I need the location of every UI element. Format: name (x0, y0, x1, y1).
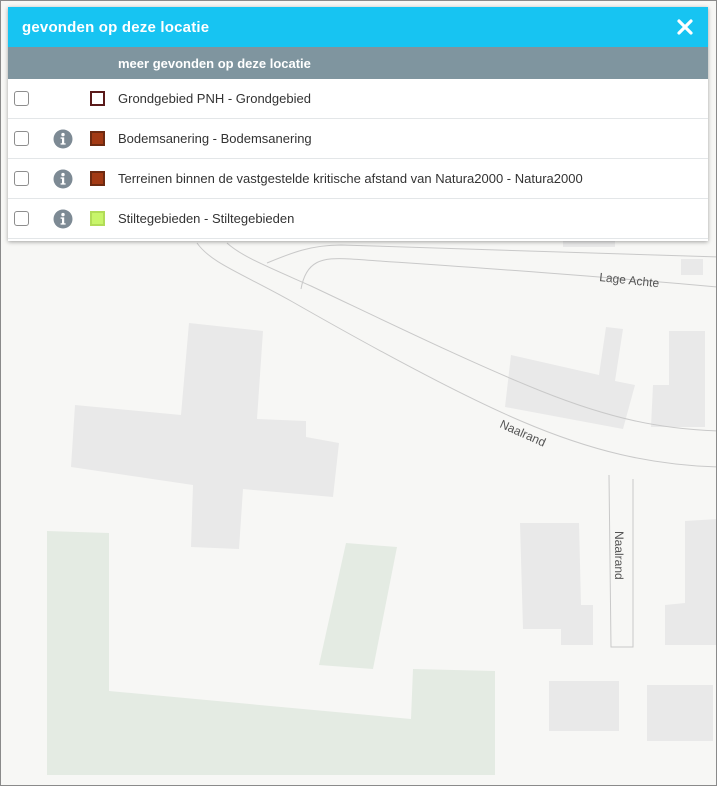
street-label-naalrand-side: Naalrand (612, 531, 626, 580)
building (647, 685, 713, 741)
layer-row[interactable]: Grondgebied PNH - Grondgebied (8, 79, 708, 119)
layer-label: Bodemsanering - Bodemsanering (118, 131, 312, 146)
building (651, 331, 705, 427)
layer-row[interactable]: Bodemsanering - Bodemsanering (8, 119, 708, 159)
building (520, 523, 593, 645)
building (71, 323, 339, 549)
green-area (319, 543, 397, 669)
building (505, 327, 635, 429)
layer-row[interactable]: Stiltegebieden - Stiltegebieden (8, 199, 708, 239)
road (266, 244, 716, 264)
map-viewport[interactable]: Lage Achte Naalrand Naalrand gevonden op… (0, 0, 717, 786)
results-panel: gevonden op deze locatie meer gevonden o… (8, 7, 708, 241)
legend-swatch (90, 131, 105, 146)
layer-checkbox[interactable] (14, 131, 29, 146)
legend-swatch (90, 91, 105, 106)
subheader-label: meer gevonden op deze locatie (118, 55, 311, 71)
road (226, 242, 716, 432)
panel-title: gevonden op deze locatie (22, 18, 210, 36)
layer-checkbox[interactable] (14, 91, 29, 106)
layer-row[interactable]: Terreinen binnen de vastgestelde kritisc… (8, 159, 708, 199)
layer-label: Terreinen binnen de vastgestelde kritisc… (118, 171, 583, 186)
building (665, 519, 716, 645)
layer-checkbox[interactable] (14, 171, 29, 186)
street-label-lage-achte: Lage Achte (599, 270, 661, 290)
legend-swatch (90, 211, 105, 226)
panel-header: gevonden op deze locatie (8, 7, 708, 47)
legend-swatch (90, 171, 105, 186)
layer-checkbox[interactable] (14, 211, 29, 226)
info-icon[interactable] (53, 129, 73, 149)
building (681, 259, 703, 275)
building (549, 681, 619, 731)
info-icon[interactable] (53, 209, 73, 229)
info-icon[interactable] (53, 169, 73, 189)
results-subheader: meer gevonden op deze locatie (8, 47, 708, 79)
green-area (47, 531, 495, 775)
layer-label: Stiltegebieden - Stiltegebieden (118, 211, 295, 226)
layer-label: Grondgebied PNH - Grondgebied (118, 91, 311, 106)
close-icon[interactable] (676, 18, 694, 36)
